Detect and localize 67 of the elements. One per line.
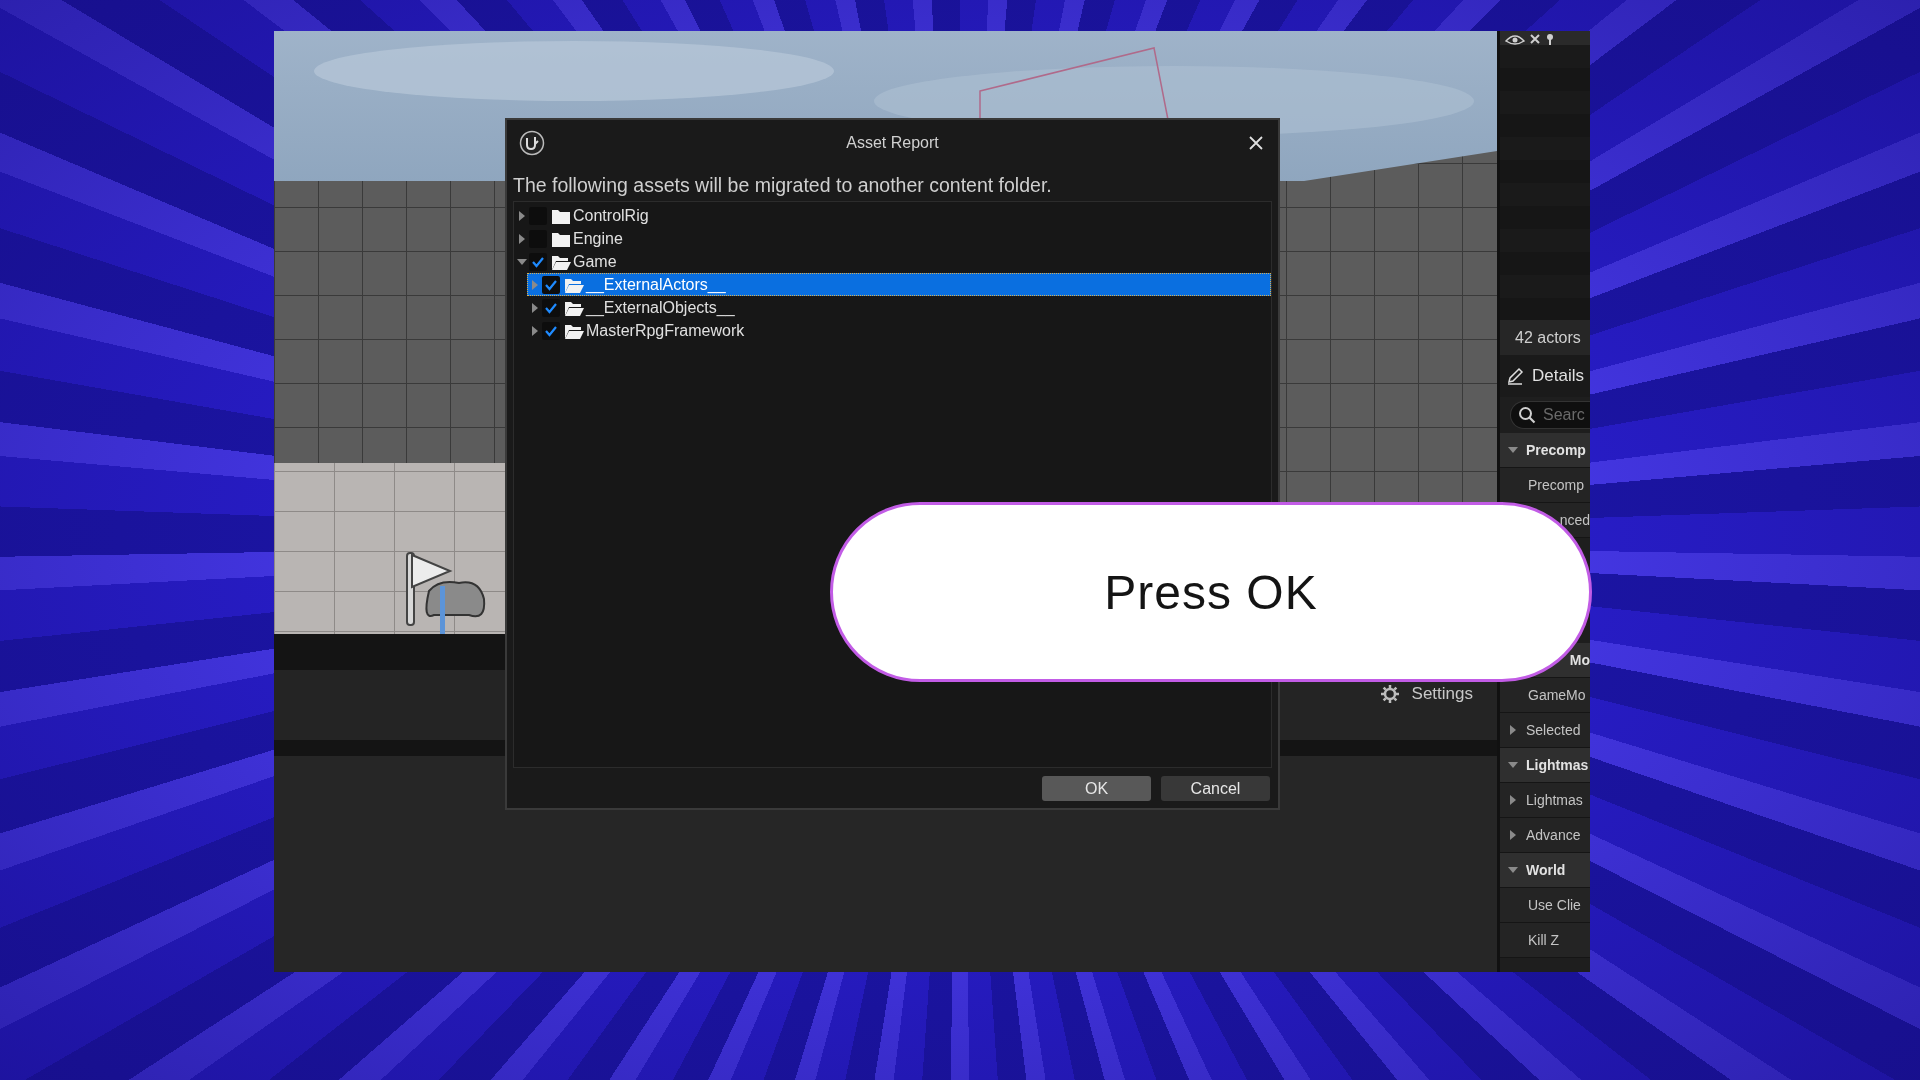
checkbox[interactable]: [529, 252, 547, 271]
eye-icon[interactable]: [1504, 33, 1526, 45]
collapse-caret-icon[interactable]: [1508, 865, 1518, 875]
actor-count: 42 actors: [1515, 328, 1581, 347]
section-header[interactable]: Precomp: [1500, 433, 1590, 468]
collapse-caret-icon[interactable]: [1508, 760, 1518, 770]
property-group-row[interactable]: Advance: [1500, 818, 1590, 853]
engine-logo-icon: [519, 130, 545, 156]
row-label: World: [1526, 862, 1566, 878]
row-label: Use Clie: [1528, 897, 1581, 913]
folder-name: ControlRig: [573, 206, 649, 225]
section-header[interactable]: World: [1500, 853, 1590, 888]
row-label: Kill Z: [1528, 932, 1560, 948]
row-label: nced: [1559, 512, 1590, 528]
collapse-caret-icon[interactable]: [517, 256, 527, 267]
pin-icon[interactable]: [1544, 33, 1556, 45]
checkbox[interactable]: [542, 321, 560, 340]
row-label: Advance: [1526, 827, 1581, 843]
dialog-message: The following assets will be migrated to another content folder.: [513, 174, 1052, 197]
checkbox[interactable]: [542, 275, 560, 294]
property-group-row[interactable]: Lightmas: [1500, 783, 1590, 818]
callout-text: Press OK: [1104, 564, 1318, 620]
search-field[interactable]: Searc: [1510, 401, 1590, 429]
expand-caret-icon[interactable]: [530, 325, 540, 336]
folder-name: Game: [573, 252, 617, 271]
folder-name: Engine: [573, 229, 623, 248]
property-group-row[interactable]: Selected: [1500, 713, 1590, 748]
cancel-button[interactable]: Cancel: [1161, 776, 1270, 801]
row-label: Lightmas: [1526, 792, 1583, 808]
row-label: Lightmas: [1526, 757, 1589, 773]
search-icon: [1518, 406, 1536, 424]
expand-caret-icon[interactable]: [530, 302, 540, 313]
row-label: Selected: [1526, 722, 1581, 738]
check-icon: [531, 255, 545, 268]
cross-icon[interactable]: [1528, 33, 1542, 45]
expand-caret-icon[interactable]: [1508, 830, 1518, 840]
expand-caret-icon[interactable]: [1508, 725, 1518, 735]
row-label: Mo: [1569, 652, 1590, 668]
tree-row[interactable]: Game: [514, 250, 1271, 273]
pencil-icon: [1506, 367, 1524, 385]
section-header[interactable]: Lightmas: [1500, 748, 1590, 783]
tree-row[interactable]: Engine: [514, 227, 1271, 250]
expand-caret-icon[interactable]: [517, 210, 527, 221]
tree-row[interactable]: __ExternalActors__: [527, 273, 1271, 296]
check-icon: [544, 301, 558, 314]
close-icon: [1248, 135, 1264, 151]
checkbox[interactable]: [542, 298, 560, 317]
folder-name: __ExternalObjects__: [586, 298, 735, 317]
row-label: GameMo: [1528, 687, 1586, 703]
expand-caret-icon[interactable]: [517, 233, 527, 244]
tree-row[interactable]: __ExternalObjects__: [527, 296, 1271, 319]
tree-row[interactable]: ControlRig: [514, 204, 1271, 227]
dialog-title: Asset Report: [846, 134, 939, 152]
details-tab[interactable]: Details: [1500, 355, 1590, 397]
expand-caret-icon[interactable]: [1508, 795, 1518, 805]
tree-row[interactable]: MasterRpgFramework: [527, 319, 1271, 342]
settings-icon: [1379, 684, 1400, 704]
check-icon: [544, 278, 558, 291]
row-label: Precomp: [1526, 442, 1586, 458]
row-label: Precomp: [1528, 477, 1585, 493]
settings-button[interactable]: Settings: [1375, 682, 1477, 706]
folder-name: MasterRpgFramework: [586, 321, 745, 340]
player-start-icon: [405, 552, 487, 634]
folder-name: __ExternalActors__: [586, 275, 726, 294]
check-icon: [544, 324, 558, 337]
collapse-caret-icon[interactable]: [1508, 445, 1518, 455]
ok-button[interactable]: OK: [1042, 776, 1151, 801]
